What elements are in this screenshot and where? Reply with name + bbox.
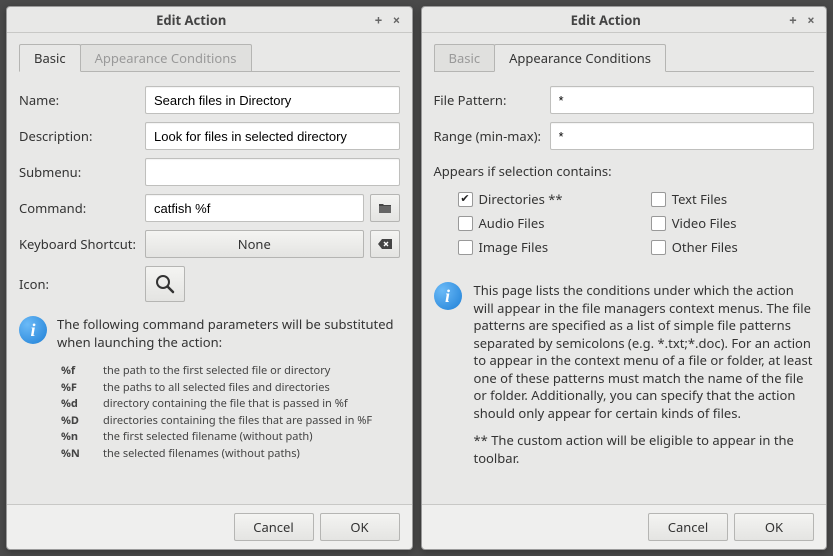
tab-basic[interactable]: Basic [434, 44, 496, 72]
name-input[interactable] [145, 86, 400, 114]
dialog-footer: Cancel OK [7, 504, 412, 549]
submenu-input[interactable] [145, 158, 400, 186]
param-key: %f [61, 363, 85, 380]
param-key: %n [61, 429, 85, 446]
tabs: Basic Appearance Conditions [434, 43, 815, 71]
param-desc: the selected filenames (without paths) [103, 446, 400, 463]
clear-icon [378, 239, 392, 249]
check-audiofiles[interactable] [458, 216, 473, 231]
check-otherfiles[interactable] [651, 240, 666, 255]
info-paragraph-1: This page lists the conditions under whi… [474, 282, 815, 422]
param-desc: the path to the first selected file or d… [103, 363, 400, 380]
tabs: Basic Appearance Conditions [19, 43, 400, 71]
pattern-label: File Pattern: [434, 91, 544, 109]
check-audiofiles-label: Audio Files [479, 214, 545, 232]
edit-action-window-appearance: Edit Action + × Basic Appearance Conditi… [421, 6, 828, 550]
check-otherfiles-label: Other Files [672, 238, 738, 256]
param-key: %N [61, 446, 85, 463]
name-label: Name: [19, 91, 139, 109]
titlebar: Edit Action + × [422, 7, 827, 33]
appears-label: Appears if selection contains: [434, 162, 815, 180]
range-input[interactable] [550, 122, 815, 150]
info-paragraph-2: ** The custom action will be eligible to… [474, 432, 815, 467]
param-key: %D [61, 413, 85, 430]
window-title: Edit Action [428, 11, 785, 29]
info-text-block: This page lists the conditions under whi… [474, 282, 815, 467]
command-browse-button[interactable] [370, 194, 400, 222]
command-input[interactable] [145, 194, 364, 222]
window-close-icon[interactable]: × [802, 11, 820, 29]
shortcut-clear-button[interactable] [370, 230, 400, 258]
check-videofiles-label: Video Files [672, 214, 737, 232]
submenu-label: Submenu: [19, 163, 139, 181]
description-input[interactable] [145, 122, 400, 150]
param-key: %d [61, 396, 85, 413]
tab-appearance[interactable]: Appearance Conditions [80, 44, 252, 72]
window-close-icon[interactable]: × [388, 11, 406, 29]
search-icon [154, 273, 176, 295]
check-textfiles[interactable] [651, 192, 666, 207]
window-title: Edit Action [13, 11, 370, 29]
shortcut-label: Keyboard Shortcut: [19, 235, 139, 253]
param-desc: the first selected filename (without pat… [103, 429, 400, 446]
param-desc: directory containing the file that is pa… [103, 396, 400, 413]
shortcut-button[interactable]: None [145, 230, 364, 258]
icon-chooser-button[interactable] [145, 266, 185, 302]
param-table: %f the path to the first selected file or… [61, 363, 400, 462]
cancel-button[interactable]: Cancel [234, 513, 314, 541]
folder-icon [378, 202, 392, 214]
description-label: Description: [19, 127, 139, 145]
icon-label: Icon: [19, 275, 139, 293]
range-label: Range (min-max): [434, 127, 544, 145]
info-icon: i [434, 282, 462, 310]
ok-button[interactable]: OK [734, 513, 814, 541]
window-plus-icon[interactable]: + [370, 11, 388, 29]
command-label: Command: [19, 199, 139, 217]
check-videofiles[interactable] [651, 216, 666, 231]
param-key: %F [61, 380, 85, 397]
check-imagefiles-label: Image Files [479, 238, 549, 256]
info-text: The following command parameters will be… [57, 316, 400, 351]
tab-appearance[interactable]: Appearance Conditions [494, 44, 666, 72]
check-directories[interactable] [458, 192, 473, 207]
dialog-footer: Cancel OK [422, 504, 827, 549]
param-desc: the paths to all selected files and dire… [103, 380, 400, 397]
window-plus-icon[interactable]: + [784, 11, 802, 29]
edit-action-window-basic: Edit Action + × Basic Appearance Conditi… [6, 6, 413, 550]
info-icon: i [19, 316, 47, 344]
cancel-button[interactable]: Cancel [648, 513, 728, 541]
pattern-input[interactable] [550, 86, 815, 114]
tab-basic[interactable]: Basic [19, 44, 81, 72]
check-imagefiles[interactable] [458, 240, 473, 255]
check-directories-label: Directories ** [479, 190, 563, 208]
ok-button[interactable]: OK [320, 513, 400, 541]
param-desc: directories containing the files that ar… [103, 413, 400, 430]
check-textfiles-label: Text Files [672, 190, 727, 208]
titlebar: Edit Action + × [7, 7, 412, 33]
